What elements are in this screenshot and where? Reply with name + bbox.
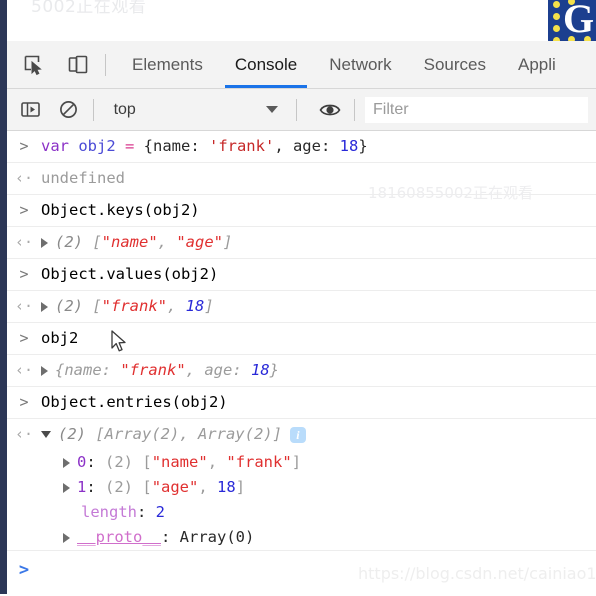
tab-network[interactable]: Network	[313, 41, 407, 88]
inspect-element-icon[interactable]	[17, 48, 51, 82]
expand-triangle-icon[interactable]	[63, 457, 70, 468]
console-result-text: (2) [Array(2), Array(2)] i	[41, 423, 596, 446]
expand-triangle-icon[interactable]	[63, 532, 70, 543]
console-result-text: {name: "frank", age: 18}	[41, 359, 596, 382]
tab-elements-label: Elements	[132, 54, 203, 74]
input-marker: >	[19, 201, 29, 219]
tab-elements[interactable]: Elements	[116, 41, 219, 88]
tab-console-label: Console	[234, 54, 298, 74]
tab-application-label: Appli	[517, 54, 556, 74]
console-command-text: Object.values(obj2)	[41, 265, 219, 283]
tab-sources[interactable]: Sources	[408, 41, 502, 88]
object-tree-row[interactable]: 1: (2) ["age", 18]	[7, 475, 596, 500]
output-marker: ‹·	[14, 297, 34, 315]
console-entry-input[interactable]: > obj2	[7, 323, 596, 355]
console-command-text: Object.entries(obj2)	[41, 393, 228, 411]
devtools-tabbar: Elements Console Network Sources Appli	[7, 41, 596, 89]
console-entry-result[interactable]: ‹· {name: "frank", age: 18}	[7, 355, 596, 387]
console-filterbar: top	[7, 89, 596, 131]
console-entry-result[interactable]: ‹· (2) ["name", "age"]	[7, 227, 596, 259]
object-tree-row-length[interactable]: length: 2	[7, 500, 596, 525]
console-filter-input[interactable]	[365, 96, 588, 123]
filterbar-divider-2	[295, 98, 297, 121]
live-expression-eye-icon[interactable]	[316, 93, 344, 127]
expand-triangle-icon[interactable]	[63, 482, 70, 493]
tab-application[interactable]: Appli	[502, 41, 572, 88]
browser-page-strip: 5002正在观看 G	[7, 0, 596, 42]
filterbar-divider-1	[92, 98, 94, 121]
expand-triangle-icon[interactable]	[41, 237, 48, 248]
execution-context-value: top	[113, 100, 136, 118]
object-tree-row-proto[interactable]: __proto__: Array(0)	[7, 525, 596, 550]
console-command-text: obj2	[41, 329, 79, 347]
site-logo: G	[548, 0, 596, 41]
console-sidebar-toggle-icon[interactable]	[17, 93, 45, 127]
console-entry-input[interactable]: > Object.values(obj2)	[7, 259, 596, 291]
console-command-text: var obj2 = {name: 'frank', age: 18}	[41, 137, 368, 155]
input-marker: >	[19, 393, 29, 411]
tab-network-label: Network	[329, 54, 392, 74]
info-badge-icon[interactable]: i	[289, 426, 306, 443]
clear-console-icon[interactable]	[55, 93, 83, 127]
console-result-text: (2) ["name", "age"]	[41, 231, 596, 254]
tab-console[interactable]: Console	[219, 41, 313, 88]
expand-triangle-icon[interactable]	[41, 365, 48, 376]
collapse-triangle-icon[interactable]	[41, 431, 51, 438]
object-tree-row[interactable]: 0: (2) ["name", "frank"]	[7, 450, 596, 475]
execution-context-select[interactable]: top	[104, 96, 286, 124]
console-entry-result-expanded[interactable]: ‹· (2) [Array(2), Array(2)] i 0: (2) ["na…	[7, 419, 596, 551]
devtools-tablist: Elements Console Network Sources Appli	[116, 41, 572, 88]
output-marker: ‹·	[14, 361, 34, 379]
output-marker: ‹·	[14, 233, 34, 251]
output-marker: ‹·	[14, 169, 34, 187]
console-log-area[interactable]: > var obj2 = {name: 'frank', age: 18} ‹·…	[7, 131, 596, 596]
prompt-chevron-icon: >	[18, 560, 30, 580]
toolbar-divider	[105, 53, 106, 76]
page-top-watermark: 5002正在观看	[31, 0, 147, 17]
tab-sources-label: Sources	[423, 54, 486, 74]
chevron-down-icon	[265, 106, 278, 113]
input-marker: >	[19, 137, 29, 155]
filterbar-divider-3	[354, 98, 355, 121]
console-prompt-row[interactable]: >	[7, 551, 596, 589]
device-toolbar-icon[interactable]	[61, 48, 95, 82]
console-entry-input[interactable]: > Object.entries(obj2)	[7, 387, 596, 419]
logo-letter: G	[563, 0, 595, 41]
console-result-text: undefined	[41, 169, 125, 187]
console-entry-input[interactable]: > var obj2 = {name: 'frank', age: 18}	[7, 131, 596, 163]
console-prompt-input[interactable]	[41, 560, 596, 580]
expand-triangle-icon[interactable]	[41, 301, 48, 312]
input-marker: >	[19, 265, 29, 283]
window-left-rail	[0, 0, 7, 594]
output-marker: ‹·	[14, 425, 34, 443]
console-result-text: (2) ["frank", 18]	[41, 295, 596, 318]
console-entry-input[interactable]: > Object.keys(obj2)	[7, 195, 596, 227]
console-command-text: Object.keys(obj2)	[41, 201, 200, 219]
console-entry-result[interactable]: ‹· (2) ["frank", 18]	[7, 291, 596, 323]
devtools-panel: Elements Console Network Sources Appli t…	[7, 41, 596, 596]
input-marker: >	[19, 329, 29, 347]
console-entry-result[interactable]: ‹· undefined	[7, 163, 596, 195]
